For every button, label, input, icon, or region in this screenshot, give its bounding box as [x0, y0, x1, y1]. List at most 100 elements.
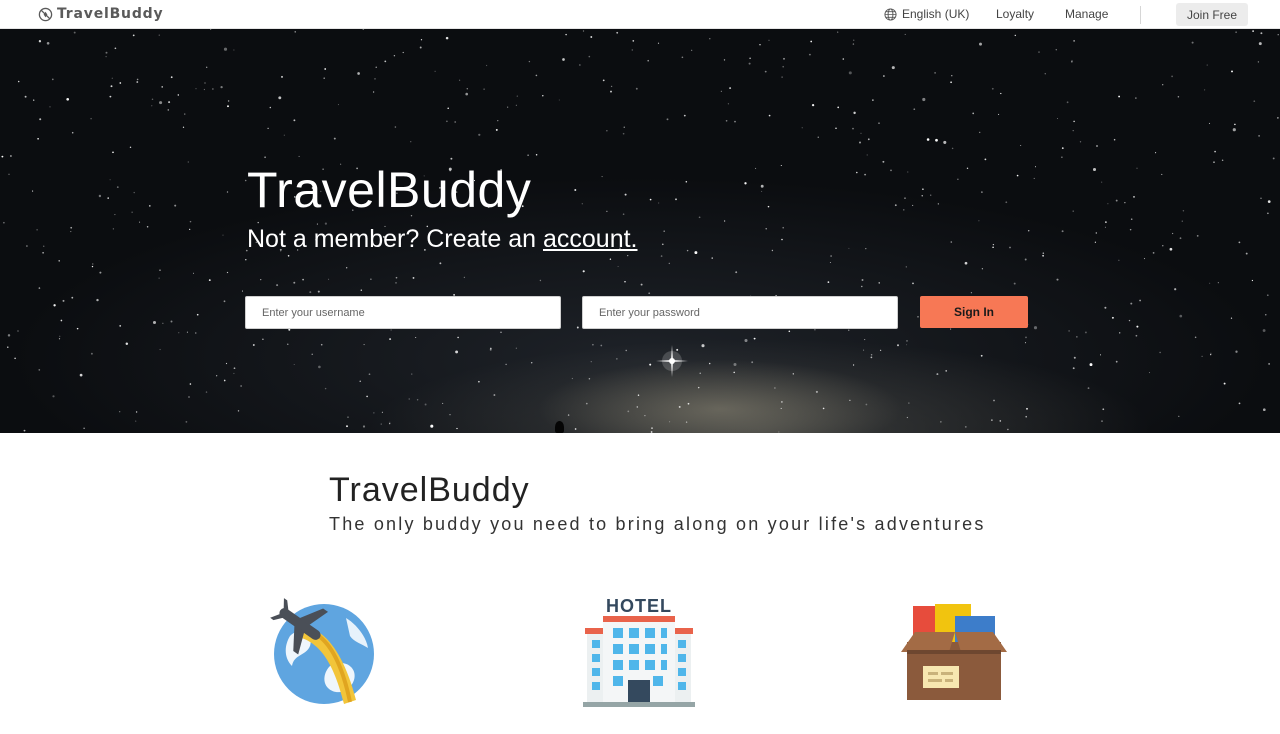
star-dot — [1066, 101, 1069, 104]
star-dot — [661, 243, 664, 246]
star-dot — [389, 338, 392, 341]
star-dot — [951, 75, 953, 77]
star-dot — [576, 326, 579, 329]
hotel-icon: HOTEL — [583, 596, 695, 710]
star-dot — [1071, 59, 1073, 62]
language-label: English (UK) — [902, 7, 970, 21]
sign-in-button[interactable]: Sign In — [920, 296, 1028, 328]
star-dot — [395, 276, 398, 279]
star-dot — [708, 362, 711, 365]
star-dot — [210, 29, 212, 30]
star-dot — [1094, 241, 1096, 243]
star-dot — [751, 361, 754, 364]
star-dot — [328, 278, 330, 280]
star-dot — [622, 132, 625, 135]
star-dot — [1262, 408, 1266, 412]
star-dot — [112, 228, 115, 230]
nav-divider — [1140, 6, 1141, 24]
star-dot — [937, 203, 939, 205]
star-dot — [515, 347, 517, 349]
star-dot — [203, 88, 206, 91]
star-dot — [624, 280, 626, 283]
star-dot — [709, 38, 711, 40]
star-dot — [1139, 299, 1141, 302]
star-dot — [878, 122, 880, 124]
star-dot — [1000, 92, 1002, 95]
star-dot — [755, 167, 757, 169]
star-dot — [109, 179, 111, 181]
nav-loyalty-link[interactable]: Loyalty — [996, 7, 1034, 21]
join-free-button[interactable]: Join Free — [1176, 3, 1248, 26]
star-dot — [998, 113, 1000, 115]
star-dot — [159, 348, 161, 351]
star-dot — [389, 421, 391, 423]
star-dot — [119, 411, 121, 413]
create-account-link[interactable]: account. — [543, 225, 638, 253]
username-input[interactable] — [245, 296, 561, 329]
star-dot — [768, 39, 770, 41]
star-dot — [627, 254, 629, 257]
star-dot — [1055, 49, 1057, 51]
star-dot — [617, 265, 619, 268]
star-dot — [333, 137, 336, 140]
star-dot — [152, 320, 157, 325]
star-dot — [1206, 64, 1208, 66]
person-silhouette — [555, 421, 564, 433]
star-dot — [131, 211, 133, 213]
star-dot — [861, 285, 863, 288]
star-dot — [324, 387, 327, 390]
nav-manage-link[interactable]: Manage — [1065, 7, 1108, 21]
star-dot — [1209, 282, 1211, 284]
star-dot — [52, 395, 55, 398]
star-dot — [837, 106, 840, 109]
star-dot — [58, 338, 61, 340]
star-dot — [950, 328, 952, 330]
star-dot — [759, 43, 761, 46]
star-dot — [592, 343, 594, 346]
star-dot — [362, 29, 365, 30]
star-dot — [1038, 51, 1040, 53]
star-dot — [691, 49, 693, 51]
star-dot — [111, 77, 113, 79]
star-dot — [366, 395, 368, 398]
star-dot — [233, 372, 235, 375]
star-dot — [698, 216, 701, 219]
star-dot — [430, 424, 434, 428]
language-selector[interactable]: English (UK) — [884, 7, 969, 21]
star-dot — [861, 279, 864, 281]
star-dot — [466, 88, 468, 90]
hero-title: TravelBuddy — [247, 162, 532, 218]
star-dot — [204, 82, 206, 84]
star-dot — [1238, 241, 1241, 244]
star-dot — [701, 344, 705, 348]
brand-logo[interactable]: TravelBuddy — [38, 6, 163, 22]
star-dot — [1061, 230, 1064, 233]
star-dot — [814, 328, 816, 331]
star-dot — [867, 138, 870, 141]
star-dot — [1258, 135, 1260, 137]
star-dot — [860, 132, 862, 134]
star-dot — [686, 249, 689, 252]
star-dot — [233, 49, 235, 51]
star-dot — [771, 249, 774, 252]
star-dot — [162, 322, 164, 324]
star-dot — [320, 343, 323, 346]
star-dot — [1174, 288, 1177, 291]
star-dot — [1201, 355, 1203, 358]
star-dot — [46, 41, 50, 45]
star-dot — [957, 178, 959, 180]
star-dot — [1162, 245, 1164, 247]
star-dot — [445, 36, 449, 40]
star-dot — [419, 46, 422, 49]
star-dot — [993, 399, 995, 402]
star-dot — [1072, 129, 1074, 132]
star-dot — [863, 349, 865, 351]
star-dot — [457, 336, 459, 339]
star-dot — [579, 64, 581, 66]
password-input[interactable] — [582, 296, 898, 329]
star-dot — [1073, 356, 1076, 359]
star-dot — [606, 210, 608, 212]
star-dot — [760, 184, 764, 188]
star-dot — [92, 263, 94, 265]
star-dot — [412, 276, 415, 279]
